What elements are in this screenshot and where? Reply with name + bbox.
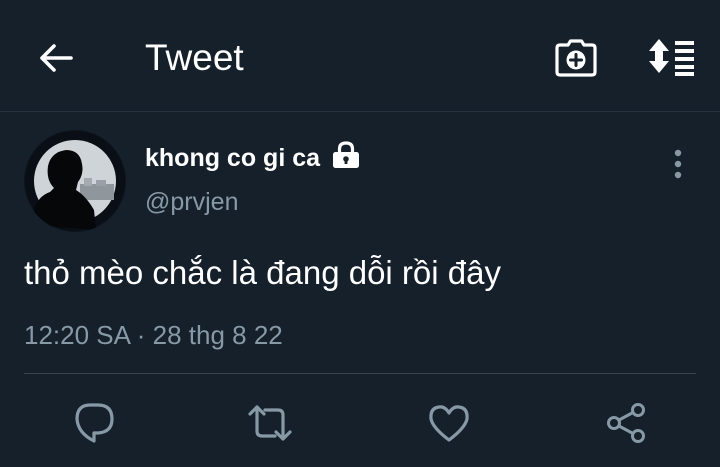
arrow-left-icon bbox=[40, 44, 73, 72]
back-button[interactable] bbox=[32, 36, 80, 80]
like-button[interactable] bbox=[424, 398, 474, 448]
more-vertical-icon bbox=[674, 149, 682, 179]
lock-icon bbox=[333, 141, 359, 168]
share-button[interactable] bbox=[601, 398, 651, 448]
divider bbox=[24, 373, 696, 374]
tweet-timestamp: 12:20 SA · 28 thg 8 22 bbox=[24, 320, 283, 350]
avatar[interactable] bbox=[24, 130, 126, 232]
camera-plus-icon bbox=[555, 39, 597, 77]
username[interactable]: @prvjen bbox=[145, 186, 238, 218]
sort-button[interactable] bbox=[642, 34, 700, 80]
page-title: Tweet bbox=[145, 37, 244, 78]
tweet-text: thỏ mèo chắc là đang dỗi rồi đây bbox=[24, 254, 501, 291]
retweet-icon bbox=[248, 405, 292, 441]
share-icon bbox=[607, 403, 645, 443]
avatar-silhouette-image bbox=[25, 131, 125, 231]
more-options-button[interactable] bbox=[662, 146, 694, 182]
reply-icon bbox=[75, 403, 114, 443]
camera-button[interactable] bbox=[551, 34, 601, 82]
reply-button[interactable] bbox=[69, 398, 119, 448]
sort-list-icon bbox=[649, 39, 694, 76]
retweet-button[interactable] bbox=[245, 398, 295, 448]
display-name[interactable]: khong co gi ca bbox=[145, 142, 320, 174]
top-app-bar: Tweet bbox=[0, 0, 720, 112]
like-icon bbox=[429, 405, 469, 442]
